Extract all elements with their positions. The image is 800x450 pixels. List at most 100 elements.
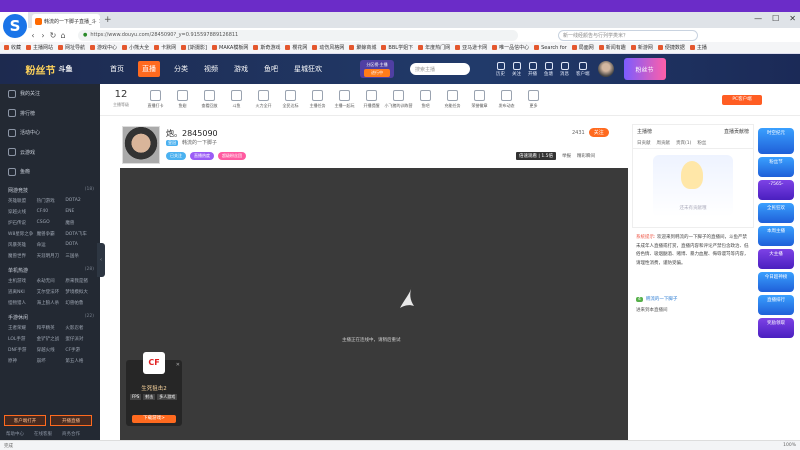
bookmark-item[interactable]: 年度热门网 <box>418 44 450 51</box>
header-icon-item[interactable]: 关注 <box>512 61 521 77</box>
streamer-avatar[interactable] <box>122 126 160 164</box>
anchor-rank-button[interactable]: 分区榜·主播 进行中 <box>360 60 394 78</box>
streamer-category[interactable]: 韩流的一下脚子 <box>182 139 217 146</box>
sidebar-game-link[interactable]: ENE <box>65 209 94 215</box>
sidebar-game-link[interactable]: 火影忍者 <box>65 325 94 331</box>
nav-item[interactable]: 直播 <box>138 61 160 77</box>
player-tool[interactable]: 举报 <box>562 153 571 159</box>
right-ad-item[interactable]: 今日超神榜 <box>758 272 794 292</box>
sidebar-game-link[interactable]: 原来我是猪 <box>65 278 94 284</box>
browser-logo-icon[interactable]: S <box>3 14 27 38</box>
bookmark-item[interactable]: BBL学姐下 <box>381 44 413 51</box>
category-item[interactable]: 发布动态 <box>493 90 520 109</box>
tab-close-icon[interactable]: × <box>99 18 100 25</box>
download-game-button[interactable]: 下载游戏> <box>132 415 176 423</box>
category-item[interactable]: 开播提醒 <box>358 90 385 109</box>
bookmark-item[interactable]: 动伤风格网 <box>312 44 344 51</box>
sidebar-game-link[interactable]: CSGO <box>37 220 66 226</box>
sidebar-game-link[interactable]: 主机游戏 <box>8 278 37 284</box>
bookmark-item[interactable]: 收藏 <box>4 44 21 51</box>
category-item[interactable]: 鱼吧 <box>412 90 439 109</box>
sidebar-game-link[interactable]: 穿越火线 <box>37 347 66 353</box>
bookmark-item[interactable]: 新游网 <box>630 44 653 51</box>
bookmark-item[interactable]: [斯摄影] <box>181 44 207 51</box>
right-ad-item[interactable]: 奖励领取 <box>758 318 794 338</box>
category-item[interactable]: 主播一起玩 <box>331 90 358 109</box>
bookmark-item[interactable]: 樱花网 <box>285 44 307 51</box>
category-item[interactable]: 主播任务 <box>304 90 331 109</box>
nav-item[interactable]: 首页 <box>108 61 126 77</box>
rank-title[interactable]: 主播榜 <box>637 128 652 135</box>
streamer-badge[interactable]: 直播热度 <box>190 152 214 160</box>
bookmark-item[interactable]: 主播网站 <box>26 44 53 51</box>
back-icon[interactable]: ‹ <box>28 31 38 40</box>
bookmark-item[interactable]: 聚鲸商城 <box>349 44 376 51</box>
sidebar-game-link[interactable]: DOTA2 <box>65 198 94 204</box>
pc-client-button[interactable]: PC客户端 <box>722 94 762 105</box>
bookmark-item[interactable]: 卡默网 <box>154 44 176 51</box>
forward-icon[interactable]: › <box>38 31 48 40</box>
sidebar-game-link[interactable]: W8星际之争 <box>8 231 37 237</box>
sidebar-game-link[interactable]: 三国杀 <box>65 253 94 259</box>
sidebar-game-link[interactable]: 魔兽争霸 <box>37 231 66 237</box>
sidebar-game-link[interactable]: CF40 <box>37 209 66 215</box>
sidebar-game-link[interactable]: CF手游 <box>65 347 94 353</box>
footer-link[interactable]: 在线客服 <box>34 431 52 437</box>
sidebar-section-title[interactable]: 单机热游 (28) <box>0 264 100 276</box>
sidebar-game-link[interactable]: 王者荣耀 <box>8 325 37 331</box>
video-player[interactable]: 主播正在连线中，请稍后重试 <box>120 168 628 440</box>
sidebar-game-link[interactable]: 梦境模拟大 <box>65 289 94 295</box>
rank-tab[interactable]: 贵宾(1) <box>676 140 691 146</box>
close-window-icon[interactable]: ✕ <box>789 14 796 23</box>
rank-tab[interactable]: 日贡献 <box>637 140 651 146</box>
sidebar-game-link[interactable]: 艾尔登法环 <box>37 289 66 295</box>
header-icon-item[interactable]: 消息 <box>560 61 569 77</box>
right-ad-item[interactable]: 本周主播 <box>758 226 794 246</box>
category-item[interactable]: 更多 <box>520 90 547 109</box>
nav-item[interactable]: 游戏 <box>232 61 250 77</box>
category-item[interactable]: 鱼翅 <box>169 90 196 109</box>
bookmark-item[interactable]: 斯奇游戏 <box>253 44 280 51</box>
zoom-level[interactable]: 100% <box>783 443 796 448</box>
anchor-level[interactable]: 12 主播等级 <box>100 89 142 110</box>
sidebar-game-link[interactable]: 逃离NKI <box>8 289 37 295</box>
sidebar-collapse-handle[interactable]: ‹ <box>97 243 105 277</box>
sidebar-game-link[interactable]: LOL手游 <box>8 336 37 342</box>
sidebar-section-title[interactable]: 手游休闲 (22) <box>0 311 100 323</box>
ad-close-icon[interactable]: ✕ <box>176 362 180 368</box>
sidebar-game-link[interactable]: 英雄联盟 <box>8 198 37 204</box>
sidebar-game-link[interactable]: 幻兽帕鲁 <box>65 300 94 306</box>
bookmark-item[interactable]: Search for <box>534 45 567 51</box>
sidebar-game-link[interactable]: 怪物猎人 <box>8 300 37 306</box>
sidebar-game-link[interactable]: 炉石传说 <box>8 220 37 226</box>
streamer-badge[interactable]: 已关注 <box>166 152 186 160</box>
maximize-icon[interactable]: ☐ <box>772 14 779 23</box>
right-ad-item[interactable]: -7565- <box>758 180 794 200</box>
client-open-button[interactable]: 客户端打开 <box>4 415 46 426</box>
browser-tab[interactable]: 韩流的一下脚子直播_斗 × <box>32 14 100 28</box>
sidebar-game-link[interactable]: 永劫无间 <box>37 278 66 284</box>
header-icon-item[interactable]: 开播 <box>528 61 537 77</box>
sidebar-game-link[interactable]: 金铲铲之战 <box>37 336 66 342</box>
footer-link[interactable]: 商务合作 <box>62 431 80 437</box>
user-avatar[interactable] <box>597 61 614 77</box>
sidebar-game-link[interactable]: 蛋仔派对 <box>65 336 94 342</box>
right-ad-item[interactable]: 粉丝节 <box>758 157 794 177</box>
bookmark-item[interactable]: 小熊大全 <box>122 44 149 51</box>
right-ad-item[interactable]: 直播排行 <box>758 295 794 315</box>
sidebar-game-link[interactable]: 魔兽世界 <box>8 253 37 259</box>
start-live-button[interactable]: 开播直播 <box>50 415 92 426</box>
sidebar-game-link[interactable]: DOTA飞车 <box>65 231 94 237</box>
rank-right[interactable]: 直播贡献榜 <box>724 128 749 135</box>
bookmark-item[interactable]: 局面网 <box>571 44 594 51</box>
sidebar-game-link[interactable]: 魔兽 <box>65 220 94 226</box>
promo-banner[interactable]: 粉丝节 <box>623 58 666 80</box>
category-item[interactable]: 全民达标 <box>277 90 304 109</box>
player-tool[interactable]: 精彩瞬间 <box>577 153 595 159</box>
sidebar-item[interactable]: 我的关注 <box>0 84 100 104</box>
minimize-icon[interactable]: — <box>754 14 762 23</box>
bookmark-item[interactable]: 网址导航 <box>58 44 85 51</box>
category-item[interactable]: 荣誉徽章 <box>466 90 493 109</box>
bookmark-item[interactable]: 游戏中心 <box>90 44 117 51</box>
sidebar-item[interactable]: 鱼瘾 <box>0 162 100 182</box>
